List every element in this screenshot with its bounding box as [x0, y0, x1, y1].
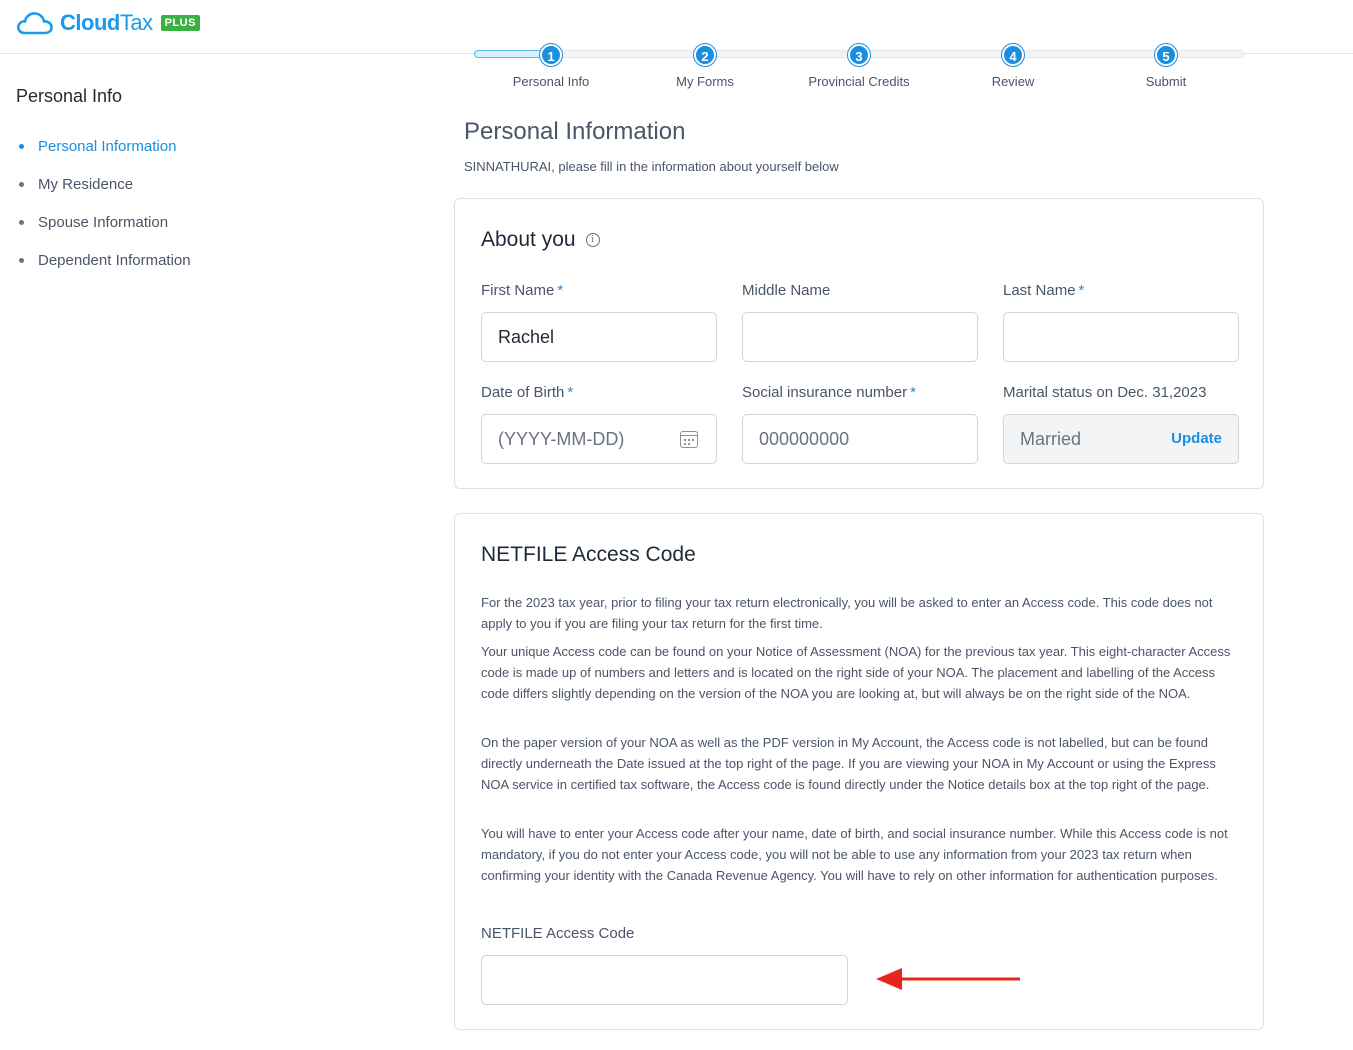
sidebar-item-my-residence[interactable]: My Residence [16, 165, 276, 203]
netfile-access-code-field[interactable] [481, 955, 848, 1005]
netfile-card: NETFILE Access Code For the 2023 tax yea… [454, 513, 1264, 1030]
progress-stepper: 1 Personal Info 2 My Forms 3 Provincial … [474, 44, 1244, 94]
netfile-paragraph: Your unique Access code can be found on … [481, 644, 1231, 701]
calendar-icon[interactable] [680, 431, 698, 448]
bullet-icon [19, 257, 24, 263]
date-of-birth-placeholder: (YYYY-MM-DD) [498, 428, 625, 449]
sidebar-item-dependent-information[interactable]: Dependent Information [16, 241, 276, 279]
netfile-heading: NETFILE Access Code [481, 543, 696, 566]
step-label: Submit [1145, 74, 1187, 89]
step-label: Provincial Credits [808, 74, 910, 89]
step-label: Personal Info [512, 74, 590, 89]
sidebar-item-personal-information[interactable]: Personal Information [16, 127, 276, 165]
sidebar-title: Personal Info [16, 86, 123, 106]
sin-placeholder: 000000000 [759, 428, 850, 449]
step-number: 3 [848, 44, 870, 66]
first-name-field[interactable]: Rachel [481, 312, 717, 362]
middle-name-field[interactable] [742, 312, 978, 362]
plus-badge: PLUS [160, 15, 200, 31]
about-you-heading: About you i [481, 228, 600, 252]
step-number: 5 [1155, 44, 1177, 66]
netfile-paragraph: On the paper version of your NOA as well… [481, 735, 1216, 792]
required-asterisk: * [567, 384, 574, 401]
netfile-paragraph: You will have to enter your Access code … [481, 826, 1228, 883]
about-you-card: About you i First Name * Rachel Middle Na… [454, 198, 1264, 489]
step-label: Review [991, 74, 1035, 89]
sidebar-item-spouse-information[interactable]: Spouse Information [16, 203, 276, 241]
cloudtax-logo[interactable]: CloudTax PLUS [16, 8, 200, 38]
last-name-field[interactable] [1003, 312, 1239, 362]
page-title: Personal Information [464, 118, 686, 145]
cloud-logo-icon [16, 12, 53, 35]
sidebar-item-label: Dependent Information [38, 251, 191, 269]
red-arrow-annotation [876, 968, 1020, 990]
first-name-label: First Name * [481, 282, 564, 299]
sin-label: Social insurance number * [742, 384, 916, 401]
info-icon[interactable]: i [585, 233, 600, 247]
step-my-forms[interactable]: 2 My Forms [630, 44, 780, 89]
sidebar-item-label: Spouse Information [38, 213, 169, 231]
step-submit[interactable]: 5 Submit [1091, 44, 1241, 89]
netfile-access-code-label: NETFILE Access Code [481, 925, 635, 942]
marital-status-label: Marital status on Dec. 31,2023 [1003, 384, 1207, 401]
step-review[interactable]: 4 Review [938, 44, 1088, 89]
sidebar-item-label: Personal Information [38, 137, 177, 155]
required-asterisk: * [557, 282, 564, 299]
page-subtitle: SINNATHURAI, please fill in the informat… [464, 159, 839, 174]
marital-status-field: Married Update [1003, 414, 1239, 464]
required-asterisk: * [910, 384, 916, 401]
bullet-icon [19, 181, 24, 187]
step-number: 4 [1002, 44, 1024, 66]
sin-field[interactable]: 000000000 [742, 414, 978, 464]
step-number: 1 [540, 44, 562, 66]
middle-name-label: Middle Name [742, 282, 831, 299]
step-label: My Forms [676, 74, 734, 89]
date-of-birth-field[interactable]: (YYYY-MM-DD) [481, 414, 717, 464]
about-you-title: About you [481, 228, 576, 251]
update-marital-status-link[interactable]: Update [1171, 430, 1222, 447]
date-of-birth-label: Date of Birth * [481, 384, 574, 401]
bullet-icon [19, 143, 24, 149]
sidebar: Personal Info Personal Information My Re… [16, 86, 276, 279]
netfile-paragraph: For the 2023 tax year, prior to filing y… [481, 595, 1213, 631]
sidebar-item-label: My Residence [38, 175, 134, 193]
bullet-icon [19, 219, 24, 225]
logo-wordmark: CloudTax [60, 10, 153, 35]
step-number: 2 [694, 44, 716, 66]
marital-status-value: Married [1020, 428, 1082, 449]
step-personal-info[interactable]: 1 Personal Info [476, 44, 626, 89]
last-name-label: Last Name * [1003, 282, 1085, 299]
step-provincial-credits[interactable]: 3 Provincial Credits [784, 44, 934, 89]
required-asterisk: * [1078, 282, 1085, 299]
